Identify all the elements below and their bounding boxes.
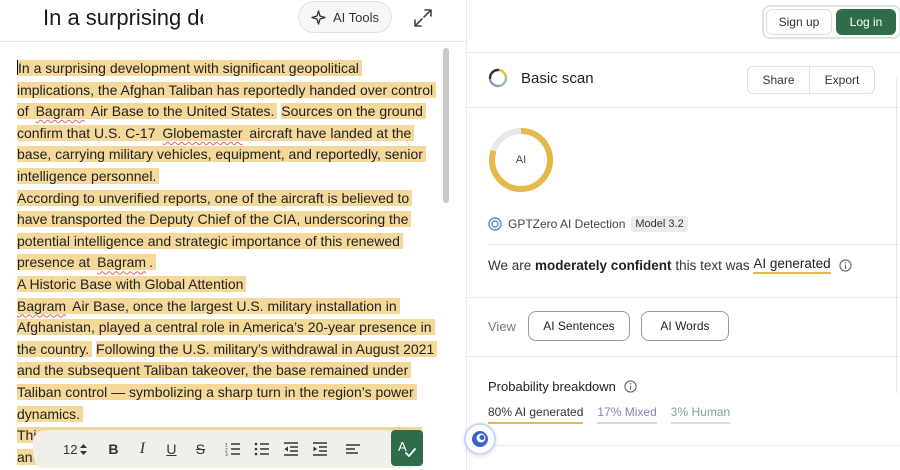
signup-button[interactable]: Sign up xyxy=(766,9,832,35)
document-title[interactable]: In a surprising development with signifi… xyxy=(43,4,203,32)
assistant-logo-icon xyxy=(472,431,488,447)
outdent-button[interactable] xyxy=(279,437,303,461)
detector-name: GPTZero AI Detection xyxy=(508,217,626,231)
bold-icon: B xyxy=(108,441,119,457)
view-toggle-row: View AI Sentences AI Words xyxy=(488,311,729,341)
verdict-middle: this text was xyxy=(671,257,754,273)
detector-row: GPTZero AI Detection Model 3.2 xyxy=(488,216,688,232)
ai-highlighted-sentence: Air Base to the United States. xyxy=(87,103,278,120)
ai-highlighted-sentence: A Historic Base with Global Attention xyxy=(17,275,247,292)
svg-text:3: 3 xyxy=(225,452,228,456)
probability-title-text: Probability breakdown xyxy=(488,379,616,394)
ai-sentences-button[interactable]: AI Sentences xyxy=(527,311,630,341)
ai-tools-label: AI Tools xyxy=(332,9,379,25)
indent-button[interactable] xyxy=(308,437,332,461)
login-button[interactable]: Log in xyxy=(836,9,896,35)
italic-button[interactable]: I xyxy=(130,437,154,461)
probability-breakdown-title: Probability breakdown xyxy=(488,379,637,394)
align-button[interactable] xyxy=(341,437,365,461)
underline-button[interactable]: U xyxy=(159,437,183,461)
gptzero-logo-icon xyxy=(488,217,502,231)
underline-icon: U xyxy=(166,441,177,457)
align-left-icon xyxy=(346,444,361,454)
info-icon[interactable] xyxy=(839,258,852,272)
ai-tools-button[interactable]: AI Tools xyxy=(298,1,392,33)
verdict-prefix: We are xyxy=(488,257,536,273)
ai-highlighted-sentence: . xyxy=(149,254,156,271)
side-drawer-edge xyxy=(896,75,900,395)
editor-pane: In a surprising development with signifi… xyxy=(0,0,466,470)
numbered-list-button[interactable]: 123 xyxy=(221,437,245,461)
font-size-value: 12 xyxy=(63,441,78,457)
bold-button[interactable]: B xyxy=(101,437,125,461)
grammar-check-icon: A xyxy=(398,439,416,457)
card-divider xyxy=(467,297,900,298)
sparkle-icon xyxy=(311,9,326,25)
font-size-select[interactable]: 12 xyxy=(63,441,88,457)
strikethrough-icon: S xyxy=(195,441,206,457)
stepper-icon xyxy=(80,443,88,455)
header-divider xyxy=(0,41,466,42)
misspelled-word: Bagram xyxy=(97,254,150,271)
bullet-list-icon xyxy=(255,442,270,456)
ring-label: AI xyxy=(515,154,527,166)
share-button[interactable]: Share xyxy=(748,67,810,93)
prob-mixed: 17% Mixed xyxy=(597,405,657,424)
document-paragraph[interactable]: A Historic Base with Global Attention xyxy=(17,274,435,296)
scan-title: Basic scan xyxy=(521,70,594,87)
ai-words-button[interactable]: AI Words xyxy=(640,311,729,341)
expand-icon xyxy=(414,9,432,27)
card-divider xyxy=(467,445,900,446)
document-paragraph[interactable]: In a surprising development with signifi… xyxy=(17,58,437,188)
svg-text:A: A xyxy=(398,439,407,454)
strikethrough-button[interactable]: S xyxy=(188,437,212,461)
bullet-list-button[interactable] xyxy=(250,437,274,461)
scan-card: Basic scan Share Export AI GPTZero AI De… xyxy=(467,53,900,470)
grammar-check-button[interactable]: A xyxy=(391,430,423,466)
assistant-bubble-button[interactable] xyxy=(464,423,496,455)
share-export-group: Share Export xyxy=(747,66,875,94)
view-label: View xyxy=(488,318,516,334)
numbered-list-icon: 123 xyxy=(225,443,241,456)
card-divider xyxy=(488,244,900,245)
prob-human: 3% Human xyxy=(670,405,731,424)
editor-scrollbar[interactable] xyxy=(441,48,451,428)
document-body[interactable]: In a surprising development with signifi… xyxy=(17,58,438,468)
misspelled-word: Globemaster xyxy=(162,124,246,141)
outdent-icon xyxy=(284,442,299,456)
scroll-thumb[interactable] xyxy=(443,48,449,203)
misspelled-word: Bagram xyxy=(17,297,70,314)
verdict-line: We are moderately confident this text wa… xyxy=(488,256,852,274)
export-button[interactable]: Export xyxy=(810,67,874,93)
indent-icon xyxy=(313,442,328,456)
verdict-confidence: moderately confident xyxy=(535,257,672,273)
model-badge: Model 3.2 xyxy=(631,216,688,232)
probability-row: 80% AI generated 17% Mixed 3% Human xyxy=(488,405,731,424)
ai-highlighted-sentence: According to unverified reports, one of … xyxy=(17,189,413,271)
document-paragraph[interactable]: According to unverified reports, one of … xyxy=(17,188,435,274)
document-paragraph[interactable]: Bagram Air Base, once the largest U.S. m… xyxy=(17,296,438,426)
card-divider xyxy=(467,356,900,357)
misspelled-word: Bagram xyxy=(35,103,88,120)
prob-ai-generated: 80% AI generated xyxy=(488,405,584,424)
auth-group: Sign up Log in xyxy=(762,5,900,39)
format-toolbar: 12 B I U S 123 xyxy=(33,430,421,468)
verdict-ai-generated: AI generated xyxy=(753,256,831,274)
info-icon[interactable] xyxy=(624,380,637,393)
card-divider xyxy=(467,107,900,108)
detection-panel: Sign up Log in Basic scan Share Export A… xyxy=(466,0,900,470)
scan-spinner-icon xyxy=(488,68,508,88)
expand-button[interactable] xyxy=(406,2,440,34)
italic-icon: I xyxy=(139,440,146,457)
